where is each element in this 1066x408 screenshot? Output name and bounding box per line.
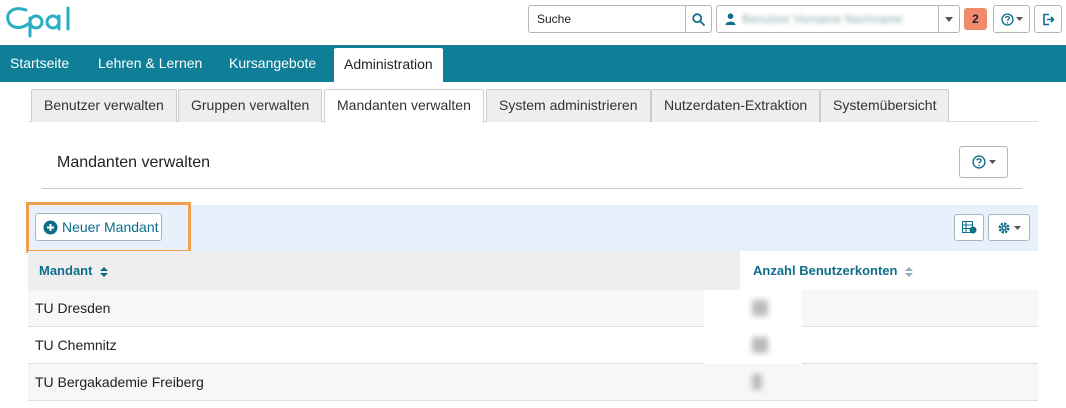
user-icon: [725, 13, 736, 25]
column-header-label: Mandant: [39, 263, 93, 278]
caret-down-icon: [1014, 225, 1021, 230]
tab-mandanten-verwalten[interactable]: Mandanten verwalten: [324, 89, 484, 123]
user-count-redacted: [752, 374, 762, 390]
sort-icon: [905, 266, 914, 277]
help-menu-button[interactable]: [993, 5, 1030, 33]
user-count-redacted: [752, 300, 768, 316]
mandant-name: TU Bergakademie Freiberg: [35, 374, 204, 390]
admin-subtabs: Benutzer verwalten Gruppen verwalten Man…: [28, 89, 1038, 123]
table-header: Mandant Anzahl Benutzerkonten: [28, 251, 1038, 290]
column-header-mandant[interactable]: Mandant: [39, 251, 109, 290]
tab-systemuebersicht[interactable]: Systemübersicht: [820, 89, 950, 122]
help-icon: [971, 155, 986, 169]
mandant-name: TU Chemnitz: [35, 337, 117, 353]
tab-benutzer-verwalten[interactable]: Benutzer verwalten: [31, 89, 177, 122]
tab-nutzerdaten-extraktion[interactable]: Nutzerdaten-Extraktion: [651, 89, 821, 122]
user-dropdown-toggle[interactable]: [938, 5, 960, 33]
nav-item-kursangebote[interactable]: Kursangebote: [229, 45, 316, 82]
nav-item-lehren-lernen[interactable]: Lehren & Lernen: [98, 45, 202, 82]
user-count-redacted: [752, 337, 768, 353]
caret-down-icon: [988, 160, 996, 164]
table-row[interactable]: TU Chemnitz: [28, 327, 1038, 364]
logout-button[interactable]: [1034, 5, 1062, 33]
tab-system-administrieren[interactable]: System administrieren: [486, 89, 651, 122]
column-header-anzahl[interactable]: Anzahl Benutzerkonten: [753, 251, 914, 290]
table-row[interactable]: TU Bergakademie Freiberg: [28, 364, 1038, 401]
opal-logo-icon: [6, 6, 70, 38]
top-header: Benutzer Vorname Nachname 2: [0, 0, 1066, 40]
main-navigation: Startseite Lehren & Lernen Kursangebote …: [0, 45, 1066, 82]
caret-down-icon: [945, 16, 953, 22]
search-button[interactable]: [685, 5, 712, 33]
nav-item-startseite[interactable]: Startseite: [10, 45, 69, 82]
tab-gruppen-verwalten[interactable]: Gruppen verwalten: [178, 89, 323, 122]
search-group: [528, 5, 712, 33]
table-settings-button[interactable]: [988, 214, 1030, 241]
user-button[interactable]: Benutzer Vorname Nachname: [716, 5, 938, 33]
page-help-button[interactable]: [959, 146, 1008, 178]
user-name: Benutzer Vorname Nachname: [742, 12, 903, 26]
nav-item-administration[interactable]: Administration: [334, 48, 443, 82]
sort-icon: [100, 266, 109, 277]
export-table-button[interactable]: [954, 214, 984, 241]
mandant-name: TU Dresden: [35, 300, 111, 316]
gear-icon: [998, 222, 1010, 233]
notification-badge[interactable]: 2: [964, 8, 987, 30]
table-export-icon: [961, 221, 976, 234]
new-mandant-button[interactable]: Neuer Mandant: [35, 213, 162, 241]
user-menu: Benutzer Vorname Nachname: [716, 5, 960, 33]
help-icon: [1000, 12, 1014, 26]
logout-icon: [1042, 13, 1055, 25]
page-title: Mandanten verwalten: [57, 154, 210, 171]
search-input[interactable]: [528, 5, 685, 33]
plus-circle-icon: [43, 220, 58, 234]
table-row[interactable]: TU Dresden: [28, 290, 1038, 327]
search-icon: [692, 12, 705, 26]
caret-down-icon: [1015, 17, 1023, 21]
new-mandant-label: Neuer Mandant: [62, 219, 159, 235]
opal-logo[interactable]: [4, 4, 76, 38]
title-divider: [42, 188, 1022, 189]
column-header-label: Anzahl Benutzerkonten: [753, 263, 898, 278]
